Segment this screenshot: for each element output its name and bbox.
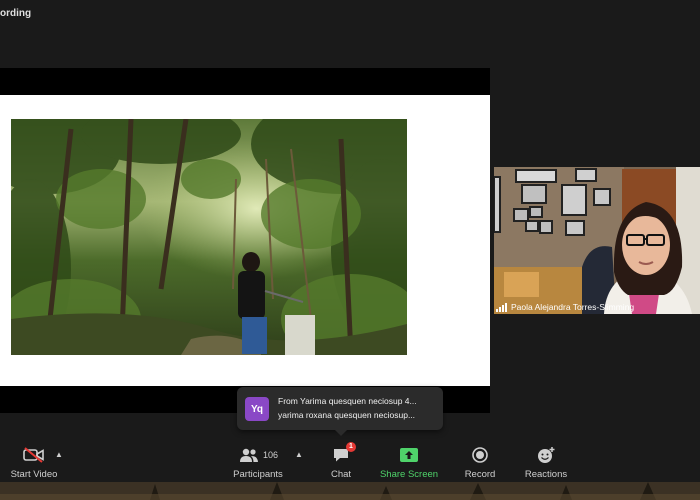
record-icon [472,447,488,463]
record-label: Record [464,469,496,480]
participants-count: 106 [262,450,279,460]
meeting-toolbar: Start Video ▲ 106 Participants ▲ 1 Chat … [0,440,700,482]
participants-icon [239,448,258,462]
video-options-chevron-icon[interactable]: ▲ [55,450,63,459]
share-screen-icon [400,448,418,462]
recording-label: ording [0,8,32,19]
chat-button[interactable]: 1 Chat [325,440,357,482]
background-scenery-strip [0,482,700,500]
participant-name-label: Paola Alejandra Torres-Slimming [496,302,634,312]
participants-options-chevron-icon[interactable]: ▲ [295,450,303,459]
record-icon-wrap [471,444,489,466]
forest-photo [11,119,407,355]
participants-icon-group: 106 [238,444,278,466]
signal-strength-icon [496,302,507,312]
start-video-button[interactable]: Start Video [8,440,60,482]
chat-notification-message: yarima roxana quesquen neciosup... [278,410,416,420]
reactions-label: Reactions [524,469,568,480]
start-video-label: Start Video [10,469,58,480]
chat-label: Chat [330,469,352,480]
share-screen-label: Share Screen [379,469,439,480]
reactions-icon [538,447,555,463]
zoom-meeting-window: ording Paola Alejandra Torres-Slimming Y… [0,0,700,500]
participant-video-tile[interactable]: Paola Alejandra Torres-Slimming [494,167,700,314]
reactions-button[interactable]: Reactions [520,440,572,482]
chat-notification-sender: From Yarima quesquen neciosup 4... [278,396,417,406]
chat-notification[interactable]: Yq From Yarima quesquen neciosup 4... ya… [237,387,443,436]
participants-button[interactable]: 106 Participants [228,440,288,482]
sender-avatar: Yq [245,397,269,421]
presentation-slide [0,95,490,386]
chat-unread-badge: 1 [346,442,356,452]
video-off-icon [23,444,45,466]
participant-name: Paola Alejandra Torres-Slimming [511,302,635,312]
record-button[interactable]: Record [460,440,500,482]
share-screen-button[interactable]: Share Screen [376,440,442,482]
share-icon-wrap [399,444,419,466]
participants-label: Participants [233,469,283,480]
reactions-icon-wrap [536,444,556,466]
chat-icon-wrap: 1 [332,442,356,466]
shared-screen [0,68,490,413]
